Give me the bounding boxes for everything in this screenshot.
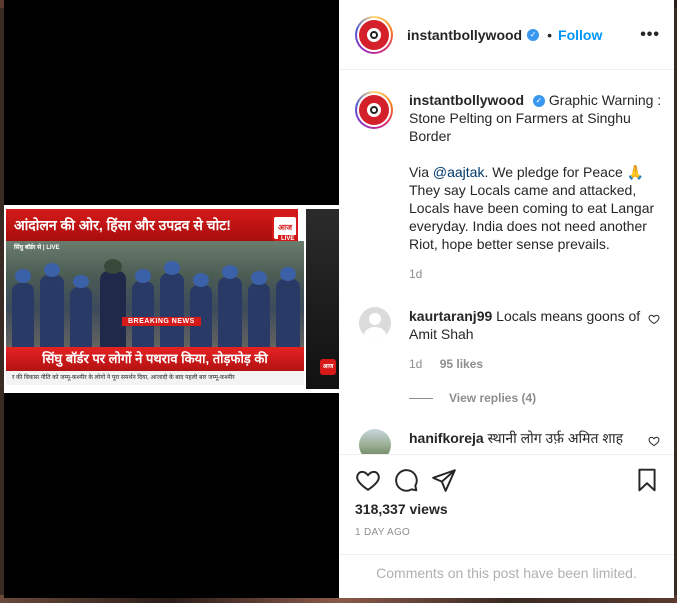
officer-figure bbox=[218, 277, 242, 353]
video-headline: आंदोलन की ओर, हिंसा और उपद्रव से चोट! bbox=[6, 209, 298, 241]
header-separator: • bbox=[547, 26, 553, 43]
account-avatar[interactable] bbox=[355, 15, 393, 54]
more-options-icon[interactable]: ••• bbox=[640, 27, 660, 43]
comment-meta: 1d 95 likes bbox=[409, 355, 645, 373]
save-button[interactable] bbox=[634, 467, 660, 498]
comments-scroll-area[interactable]: instantbollywood ✓ Graphic Warning : Sto… bbox=[339, 71, 674, 454]
comment-avatar[interactable] bbox=[359, 429, 391, 454]
helmet-shape bbox=[251, 271, 267, 285]
mention-link[interactable]: @aajtak bbox=[433, 164, 485, 180]
caption-age[interactable]: 1d bbox=[409, 265, 665, 283]
post-date[interactable]: 1 DAY AGO bbox=[355, 527, 410, 538]
officer-figure bbox=[160, 273, 184, 353]
comment-item: hanifkoreja स्थानी लोग उर्फ़ अमित शाह bbox=[355, 429, 660, 454]
caption-username[interactable]: instantbollywood bbox=[409, 92, 524, 108]
action-bar: 318,337 views 1 DAY AGO bbox=[339, 454, 674, 554]
video-bottom-headline: सिंघु बॉर्डर पर लोगों ने पथराव किया, तोड… bbox=[6, 347, 304, 371]
officer-figure bbox=[276, 279, 300, 353]
heart-icon[interactable] bbox=[355, 467, 381, 493]
post-media[interactable]: आंदोलन की ओर, हिंसा और उपद्रव से चोट! आज… bbox=[4, 0, 339, 598]
officer-figure bbox=[248, 283, 270, 353]
comment-heart-icon[interactable] bbox=[648, 435, 660, 447]
helmet-shape bbox=[222, 265, 238, 279]
comment-heart-icon[interactable] bbox=[648, 313, 660, 325]
helmet-shape bbox=[44, 263, 60, 277]
comment-text: hanifkoreja स्थानी लोग उर्फ़ अमित शाह bbox=[409, 429, 645, 447]
header-username[interactable]: instantbollywood bbox=[407, 27, 522, 43]
verified-badge-icon: ✓ bbox=[527, 28, 540, 41]
officer-figure bbox=[70, 287, 92, 353]
view-count[interactable]: 318,337 views bbox=[355, 501, 448, 517]
comment-item: kaurtaranj99 Locals means goons of Amit … bbox=[355, 307, 660, 373]
video-scene: सिंघु बॉर्डर से | LIVE bbox=[6, 241, 304, 353]
clapperboard-logo-icon bbox=[359, 95, 389, 125]
helmet-shape bbox=[193, 273, 209, 287]
post-details-panel: instantbollywood ✓ • Follow ••• instantb… bbox=[339, 0, 674, 598]
video-location: सिंघु बॉर्डर से | LIVE bbox=[14, 245, 60, 251]
comment-username[interactable]: hanifkoreja bbox=[409, 430, 484, 446]
clapperboard-logo-icon bbox=[359, 19, 389, 50]
post-modal: आंदोलन की ओर, हिंसा और उपद्रव से चोट! आज… bbox=[4, 0, 674, 598]
officer-figure bbox=[12, 283, 34, 353]
view-replies-label: View replies (4) bbox=[449, 391, 537, 405]
corner-channel-logo: आज bbox=[320, 359, 336, 375]
video-frame[interactable]: आंदोलन की ओर, हिंसा और उपद्रव से चोट! आज… bbox=[4, 205, 339, 393]
caption-avatar[interactable] bbox=[355, 91, 393, 129]
comment-text: kaurtaranj99 Locals means goons of Amit … bbox=[409, 307, 645, 373]
bookmark-icon bbox=[638, 468, 656, 492]
comment-likes[interactable]: 95 likes bbox=[440, 357, 483, 371]
comment-age[interactable]: 1d bbox=[409, 357, 422, 371]
post-caption: instantbollywood ✓ Graphic Warning : Sto… bbox=[355, 91, 661, 283]
helmet-shape bbox=[104, 259, 122, 274]
officer-figure bbox=[100, 271, 126, 353]
caption-via: Via bbox=[409, 164, 433, 180]
officer-figure bbox=[40, 275, 64, 353]
view-replies-button[interactable]: View replies (4) bbox=[409, 391, 536, 405]
caption-text: instantbollywood ✓ Graphic Warning : Sto… bbox=[409, 91, 665, 283]
follow-button[interactable]: Follow bbox=[558, 27, 602, 43]
helmet-shape bbox=[135, 269, 151, 283]
comment-username[interactable]: kaurtaranj99 bbox=[409, 308, 492, 324]
verified-badge-icon: ✓ bbox=[533, 95, 545, 108]
comment-content: स्थानी लोग उर्फ़ अमित शाह bbox=[487, 430, 624, 446]
post-header: instantbollywood ✓ • Follow ••• bbox=[339, 0, 674, 70]
helmet-shape bbox=[164, 261, 180, 275]
comment-icon[interactable] bbox=[393, 467, 419, 493]
breaking-news-label: BREAKING NEWS bbox=[122, 317, 201, 326]
default-avatar-icon[interactable] bbox=[359, 307, 391, 339]
helmet-shape bbox=[15, 269, 31, 283]
action-icons bbox=[355, 467, 457, 495]
comments-limited-notice: Comments on this post have been limited. bbox=[339, 554, 674, 598]
share-icon[interactable] bbox=[431, 467, 457, 493]
helmet-shape bbox=[73, 275, 89, 288]
video-ticker: र की विकास नीति को जम्मू-कश्मीर के लोगों… bbox=[6, 371, 304, 385]
helmet-shape bbox=[280, 267, 296, 281]
